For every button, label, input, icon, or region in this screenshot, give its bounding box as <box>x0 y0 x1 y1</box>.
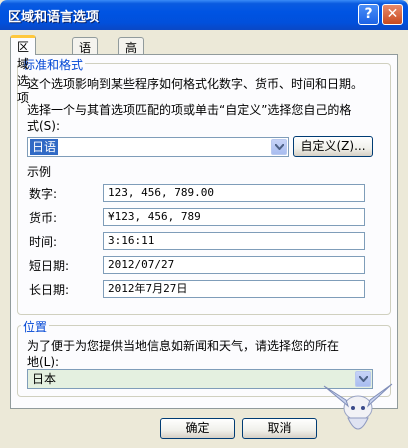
example-label-time: 时间: <box>29 235 58 249</box>
format-select-value: 日语 <box>30 139 59 155</box>
tab-languages[interactable]: 语言 <box>72 37 99 72</box>
dialog-window: 区域和语言选项 ? ✕ 区域选项 语言 高级 标准和格式 这个选项影响到某些程序… <box>0 0 408 448</box>
example-label-short-date: 短日期: <box>29 259 70 273</box>
example-label-long-date: 长日期: <box>29 283 70 297</box>
anime-mascot-watermark <box>323 383 393 430</box>
chevron-down-icon[interactable] <box>271 139 287 155</box>
example-number-value: 123, 456, 789.00 <box>103 184 365 202</box>
close-button[interactable]: ✕ <box>382 4 403 25</box>
location-select-value: 日本 <box>32 372 57 386</box>
format-instruction-line2: 式(S): <box>27 119 61 133</box>
window-title: 区域和语言选项 <box>8 10 100 25</box>
title-bar[interactable]: 区域和语言选项 ? ✕ <box>0 0 408 30</box>
format-select[interactable]: 日语 <box>27 137 289 157</box>
example-label-number: 数字: <box>29 187 58 201</box>
ok-button[interactable]: 确定 <box>160 418 235 439</box>
location-group-label: 位置 <box>21 318 50 335</box>
location-description-line1: 为了便于为您提供当地信息如新闻和天气，请选择您的所在 <box>27 339 340 353</box>
help-button[interactable]: ? <box>358 4 379 25</box>
example-currency-value: ¥123, 456, 789 <box>103 208 365 226</box>
tab-advanced[interactable]: 高级 <box>118 37 145 72</box>
format-instruction-line1: 选择一个与其首选项匹配的项或单击“自定义”选择您自己的格 <box>27 103 352 117</box>
example-label-currency: 货币: <box>29 211 58 225</box>
cancel-button[interactable]: 取消 <box>242 418 317 439</box>
example-long-date-value: 2012年7月27日 <box>103 280 365 298</box>
standards-description: 这个选项影响到某些程序如何格式化数字、货币、时间和日期。 <box>27 77 364 91</box>
standards-group-label: 标准和格式 <box>21 56 86 73</box>
customize-button[interactable]: 自定义(Z)... <box>293 136 373 157</box>
location-description-line2: 地(L): <box>27 355 60 369</box>
tab-panel: 标准和格式 这个选项影响到某些程序如何格式化数字、货币、时间和日期。 选择一个与… <box>10 54 398 409</box>
tab-regional-options[interactable]: 区域选项 <box>10 35 37 105</box>
example-short-date-value: 2012/07/27 <box>103 256 365 274</box>
examples-label: 示例 <box>27 165 52 179</box>
example-time-value: 3:16:11 <box>103 232 365 250</box>
